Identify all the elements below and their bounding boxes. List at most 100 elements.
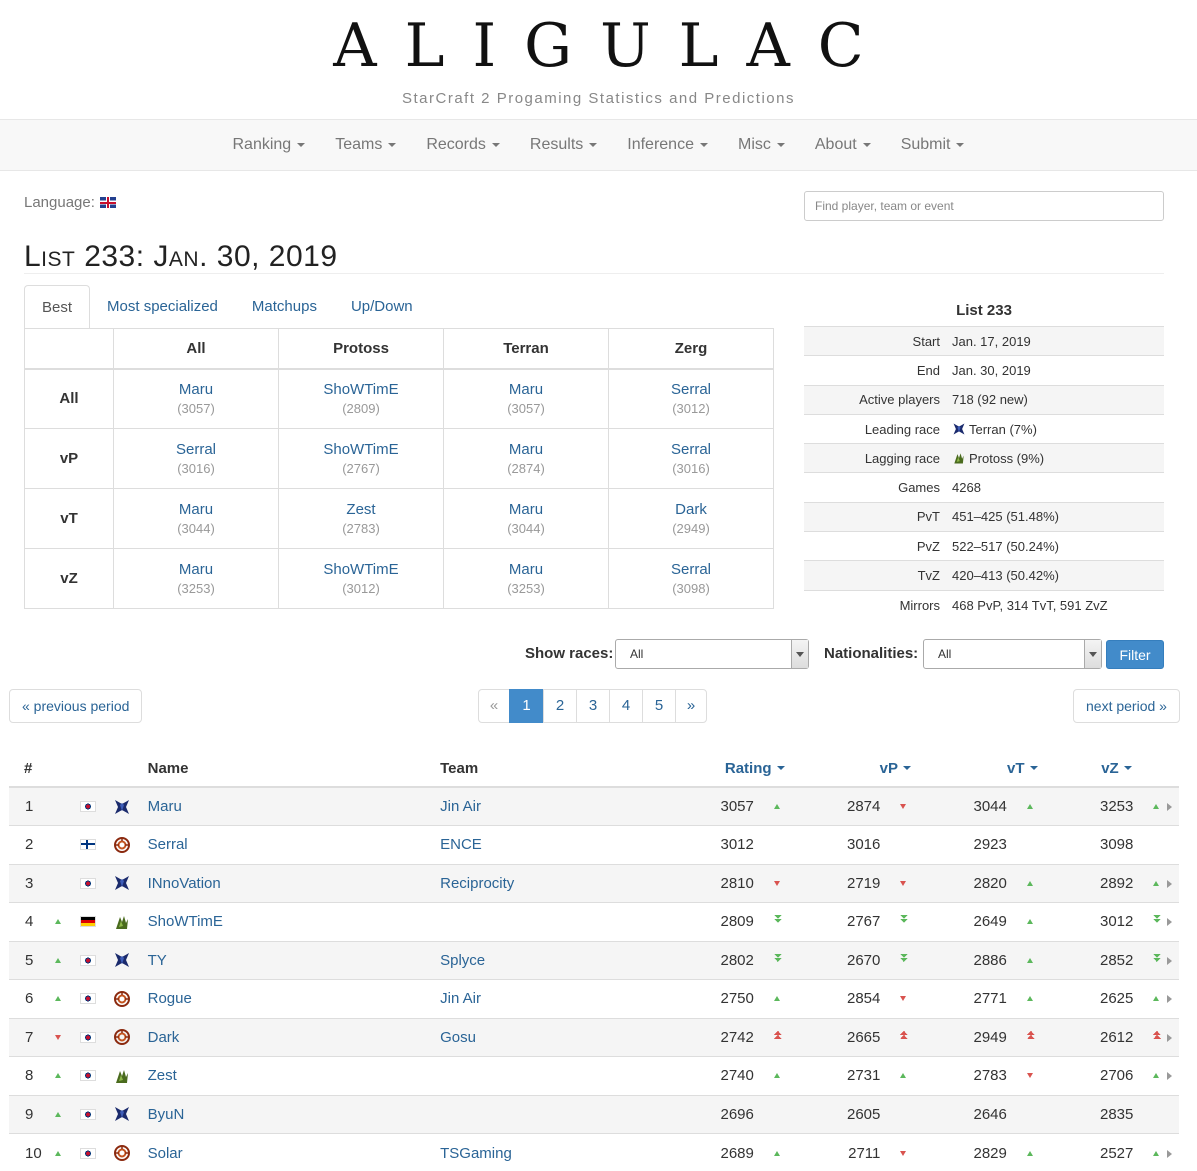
expand-cell[interactable] (1161, 786, 1179, 826)
player-link[interactable]: Serral (609, 561, 773, 578)
nav-records[interactable]: Records (411, 136, 515, 154)
player-link[interactable]: Maru (114, 561, 278, 578)
player-name-link[interactable]: TY (147, 940, 441, 980)
uk-flag-icon[interactable] (99, 197, 116, 208)
chevron-right-icon[interactable] (1166, 995, 1172, 1004)
player-name-link[interactable]: ShoWTimE (147, 902, 441, 941)
player-link[interactable]: ShoWTimE (279, 441, 443, 458)
page-button[interactable]: 3 (576, 689, 610, 723)
chevron-right-icon[interactable] (1166, 803, 1172, 811)
player-link[interactable]: Serral (609, 381, 773, 398)
player-link[interactable]: Maru (444, 561, 608, 578)
ranking-row[interactable]: 4 ShoWTimE 2809 2767 2649 3012 (9, 902, 1179, 941)
chevron-right-icon[interactable] (1166, 918, 1172, 927)
ranking-row[interactable]: 7 Dark Gosu 2742 2665 2949 2612 (9, 1017, 1179, 1057)
player-name-link[interactable]: Dark (147, 1017, 441, 1057)
chevron-down-icon[interactable] (1084, 640, 1101, 668)
page-button[interactable]: 2 (543, 689, 577, 723)
ranking-row[interactable]: 10 Solar TSGaming 2689 2711 2829 2527 (9, 1133, 1179, 1171)
nav-results[interactable]: Results (515, 136, 612, 154)
page-button[interactable]: 5 (642, 689, 676, 723)
player-link[interactable]: Serral (114, 441, 278, 458)
team-link[interactable]: Jin Air (440, 979, 684, 1018)
ranking-row[interactable]: 3 INnoVation Reciprocity 2810 2719 2820 2892 (9, 863, 1179, 903)
expand-cell[interactable] (1161, 979, 1179, 1018)
ranking-row[interactable]: 6 Rogue Jin Air 2750 2854 2771 2625 (9, 979, 1179, 1018)
tab-up-down[interactable]: Up/Down (334, 285, 430, 328)
flag-fi-icon (79, 839, 96, 851)
sort-vz-header[interactable]: vZ (1062, 750, 1162, 788)
chevron-right-icon[interactable] (1166, 1072, 1172, 1081)
player-link[interactable]: Zest (279, 501, 443, 518)
nav-teams[interactable]: Teams (320, 136, 411, 154)
team-link[interactable]: Reciprocity (440, 863, 684, 903)
chevron-down-icon[interactable] (791, 640, 808, 668)
rating-value: 2809 (683, 902, 754, 941)
player-name-link[interactable]: Serral (147, 825, 441, 864)
ranking-row[interactable]: 8 Zest 2740 2731 2783 2706 (9, 1056, 1179, 1095)
sort-vt-header[interactable]: vT (936, 750, 1063, 788)
page-button[interactable]: 4 (609, 689, 643, 723)
chevron-right-icon[interactable] (1166, 956, 1172, 965)
player-link[interactable]: Maru (444, 501, 608, 518)
player-link[interactable]: Maru (444, 441, 608, 458)
expand-cell[interactable] (1161, 1017, 1179, 1057)
team-link[interactable]: Gosu (440, 1017, 684, 1057)
player-link[interactable]: Serral (609, 441, 773, 458)
nav-ranking[interactable]: Ranking (218, 136, 321, 154)
search-input[interactable] (804, 191, 1164, 221)
player-link[interactable]: Maru (114, 381, 278, 398)
sort-rating-header[interactable]: Rating (683, 750, 810, 788)
player-link[interactable]: Maru (444, 381, 608, 398)
tab-matchups[interactable]: Matchups (235, 285, 334, 328)
player-link[interactable]: ShoWTimE (279, 381, 443, 398)
expand-cell[interactable] (1161, 1133, 1179, 1171)
next-period-button[interactable]: next period » (1073, 689, 1180, 723)
team-link[interactable] (440, 1094, 684, 1134)
team-link[interactable]: ENCE (440, 825, 684, 864)
team-link[interactable] (440, 902, 684, 941)
ranking-row[interactable]: 9 ByuN 2696 2605 2646 2835 (9, 1094, 1179, 1134)
ranking-row[interactable]: 1 Maru Jin Air 3057 2874 3044 3253 (9, 786, 1179, 826)
player-link[interactable]: Dark (609, 501, 773, 518)
chevron-right-icon[interactable] (1166, 1149, 1172, 1158)
expand-cell[interactable] (1161, 863, 1179, 903)
nav-misc[interactable]: Misc (723, 136, 800, 154)
nav-about[interactable]: About (800, 136, 886, 154)
races-select[interactable]: All (615, 639, 809, 669)
page-button[interactable]: 1 (509, 689, 544, 723)
expand-cell[interactable] (1161, 825, 1179, 864)
filter-button[interactable]: Filter (1106, 640, 1164, 669)
language-selector[interactable]: Language: (24, 194, 116, 211)
player-name-link[interactable]: INnoVation (147, 863, 441, 903)
expand-cell[interactable] (1161, 902, 1179, 941)
player-name-link[interactable]: Maru (147, 786, 441, 826)
player-name-link[interactable]: Rogue (147, 979, 441, 1018)
sort-vp-header[interactable]: vP (809, 750, 937, 788)
ranking-row[interactable]: 5 TY Splyce 2802 2670 2886 2852 (9, 940, 1179, 980)
team-link[interactable] (440, 1056, 684, 1095)
player-name-link[interactable]: Zest (147, 1056, 441, 1095)
nav-submit[interactable]: Submit (886, 136, 980, 154)
page-prev-button[interactable]: « (478, 689, 510, 723)
team-link[interactable]: Splyce (440, 940, 684, 980)
player-name-link[interactable]: Solar (147, 1133, 441, 1171)
tab-most-specialized[interactable]: Most specialized (90, 285, 235, 328)
chevron-right-icon[interactable] (1166, 1033, 1172, 1042)
expand-cell[interactable] (1161, 940, 1179, 980)
ranking-row[interactable]: 2 Serral ENCE 3012 3016 2923 3098 (9, 825, 1179, 864)
player-link[interactable]: Maru (114, 501, 278, 518)
player-link[interactable]: ShoWTimE (279, 561, 443, 578)
expand-cell[interactable] (1161, 1056, 1179, 1095)
chevron-right-icon[interactable] (1166, 879, 1172, 888)
nationalities-select[interactable]: All (923, 639, 1102, 669)
team-link[interactable]: Jin Air (440, 786, 684, 826)
nav-inference[interactable]: Inference (612, 136, 723, 154)
site-logo[interactable]: ALIGULAC (0, 14, 1197, 78)
player-name-link[interactable]: ByuN (147, 1094, 441, 1134)
page-next-button[interactable]: » (675, 689, 707, 723)
team-link[interactable]: TSGaming (440, 1133, 684, 1171)
previous-period-button[interactable]: « previous period (9, 689, 143, 723)
expand-cell[interactable] (1161, 1094, 1179, 1134)
tab-best[interactable]: Best (24, 285, 91, 329)
